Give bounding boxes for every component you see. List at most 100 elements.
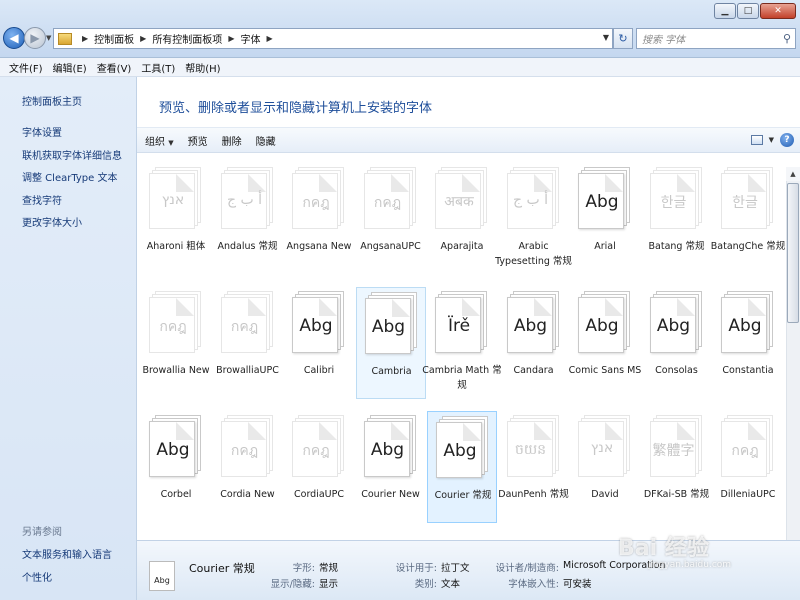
recent-pages-dropdown[interactable]: ▼	[46, 34, 51, 42]
font-tile[interactable]: Ïrě Cambria Math 常规	[422, 287, 502, 399]
page-fold	[533, 174, 552, 192]
menu-view[interactable]: 查看(V)	[92, 60, 137, 75]
font-tile[interactable]: אנץ Aharoni 粗体	[141, 163, 211, 275]
page-fold	[319, 422, 337, 440]
page-sheet: אנץ	[578, 421, 624, 477]
menu-file[interactable]: 文件(F)	[4, 60, 48, 75]
font-tile[interactable]: أ ب ج Arabic Typesetting 常规	[495, 163, 572, 275]
font-tile[interactable]: กคฎ Browallia New	[141, 287, 211, 399]
organize-button[interactable]: 组织 ▼	[145, 133, 174, 148]
page-fold	[533, 298, 552, 316]
page-fold	[247, 174, 266, 192]
font-tile[interactable]: אנץ David	[570, 411, 640, 523]
page-sheet: Abg	[436, 422, 482, 478]
change-font-size-link[interactable]: 更改字体大小	[22, 214, 82, 229]
font-name: Arial	[594, 241, 616, 252]
font-file-icon: 繁體字	[649, 415, 704, 477]
back-button[interactable]: ◀	[3, 27, 25, 49]
address-bar[interactable]: ▶ 控制面板 ▶ 所有控制面板项 ▶ 字体 ▶ ▼	[53, 28, 613, 49]
control-panel-home-link[interactable]: 控制面板主页	[22, 93, 82, 108]
personalization-link[interactable]: 个性化	[22, 569, 52, 584]
page-sheet: Abg	[506, 297, 553, 353]
preview-button[interactable]: 预览	[188, 133, 208, 148]
search-icon[interactable]: ⚲	[783, 32, 791, 45]
breadcrumb-separator-root[interactable]: ▶	[76, 34, 88, 43]
font-tile[interactable]: Abg Courier New	[356, 411, 426, 523]
font-name: DFKai-SB 常规	[643, 489, 710, 500]
font-sample: Abg	[513, 316, 548, 336]
font-tile[interactable]: 한글 Batang 常规	[642, 163, 712, 275]
font-name: BatangChe 常规	[710, 241, 786, 252]
page-sheet: अबक	[435, 173, 481, 229]
refresh-button[interactable]: ↻	[613, 28, 633, 49]
forward-button[interactable]: ▶	[24, 27, 46, 49]
font-tile[interactable]: กคฎ BrowalliaUPC	[213, 287, 283, 399]
font-tile[interactable]: أ ب ج Andalus 常规	[213, 163, 283, 275]
font-sample: ចយន	[514, 442, 547, 458]
hide-button[interactable]: 隐藏	[256, 133, 276, 148]
font-tile[interactable]: Abg Consolas	[642, 287, 712, 399]
font-tile[interactable]: Abg Corbel	[141, 411, 211, 523]
font-file-icon: Abg	[364, 292, 419, 354]
font-sample: Abg	[299, 316, 333, 336]
font-tile[interactable]: Abg Cambria	[355, 287, 426, 399]
menu-help[interactable]: 帮助(H)	[180, 60, 225, 75]
page-fold	[533, 422, 552, 440]
maximize-button[interactable]: □	[737, 3, 759, 19]
font-name: Batang 常规	[648, 241, 705, 252]
breadcrumb-control-panel[interactable]: 控制面板 ▶	[94, 31, 146, 46]
breadcrumb-all-items[interactable]: 所有控制面板项 ▶	[152, 31, 234, 46]
font-tile[interactable]: Abg Constantia	[713, 287, 783, 399]
font-tile[interactable]: Abg Courier 常规	[427, 411, 497, 523]
search-input[interactable]: 搜索 字体 ⚲	[636, 28, 796, 49]
address-dropdown-icon[interactable]: ▼	[603, 33, 609, 42]
minimize-button[interactable]: ▁	[714, 3, 736, 19]
font-tile[interactable]: Abg Calibri	[284, 287, 354, 399]
delete-button[interactable]: 删除	[222, 133, 242, 148]
page-sheet: กคฎ	[220, 297, 267, 353]
font-sample: أ ب ج	[226, 192, 262, 208]
scroll-up-button[interactable]: ▲	[786, 167, 800, 181]
font-info-online-link[interactable]: 联机获取字体详细信息	[22, 147, 122, 162]
find-character-link[interactable]: 查找字符	[22, 192, 62, 207]
menu-edit[interactable]: 编辑(E)	[48, 60, 92, 75]
text-services-link[interactable]: 文本服务和输入语言	[22, 546, 112, 561]
font-sample: 繁體字	[652, 443, 695, 459]
page-fold	[605, 298, 623, 316]
font-file-icon: กคฎ	[292, 167, 346, 229]
font-name: Aparajita	[440, 241, 484, 252]
font-tile[interactable]: กคฎ CordiaUPC	[284, 411, 354, 523]
cleartype-link[interactable]: 调整 ClearType 文本	[22, 169, 117, 184]
font-tile[interactable]: กคฎ AngsanaUPC	[356, 163, 426, 275]
view-dropdown-icon[interactable]: ▼	[769, 136, 774, 144]
menu-tools[interactable]: 工具(T)	[136, 60, 180, 75]
font-tile[interactable]: กคฎ Cordia New	[213, 411, 283, 523]
page-sheet: Abg	[578, 297, 624, 353]
close-button[interactable]: ✕	[760, 3, 796, 19]
font-tile[interactable]: ចយន DaunPenh 常规	[498, 411, 569, 523]
page-sheet: กคฎ	[721, 421, 767, 477]
font-tile[interactable]: Abg Arial	[570, 163, 640, 275]
font-tile[interactable]: 한글 BatangChe 常规	[711, 163, 785, 275]
font-tile[interactable]: กคฎ DilleniaUPC	[713, 411, 783, 523]
help-icon[interactable]: ?	[780, 133, 794, 147]
scroll-thumb[interactable]	[787, 183, 799, 323]
page-sheet: กคฎ	[363, 173, 410, 229]
font-sample: Abg	[585, 192, 619, 212]
font-sample: Abg	[370, 440, 405, 460]
change-view-icon[interactable]	[750, 135, 763, 145]
font-tile[interactable]: กคฎ Angsana New	[284, 163, 354, 275]
page-sheet: กคฎ	[292, 173, 338, 229]
page-fold	[748, 422, 766, 440]
font-tile[interactable]: Abg Candara	[499, 287, 569, 399]
font-tile[interactable]: Abg Comic Sans MS	[569, 287, 641, 399]
font-tile[interactable]: अबक Aparajita	[427, 163, 497, 275]
page-fold	[748, 174, 766, 192]
font-file-icon: กคฎ	[292, 415, 346, 477]
breadcrumb-fonts[interactable]: 字体 ▶	[240, 31, 272, 46]
page-fold	[462, 298, 480, 316]
font-name: BrowalliaUPC	[216, 365, 279, 376]
font-settings-link[interactable]: 字体设置	[22, 124, 62, 139]
watermark: Bai 经验	[618, 536, 709, 561]
font-tile[interactable]: 繁體字 DFKai-SB 常规	[642, 411, 712, 523]
